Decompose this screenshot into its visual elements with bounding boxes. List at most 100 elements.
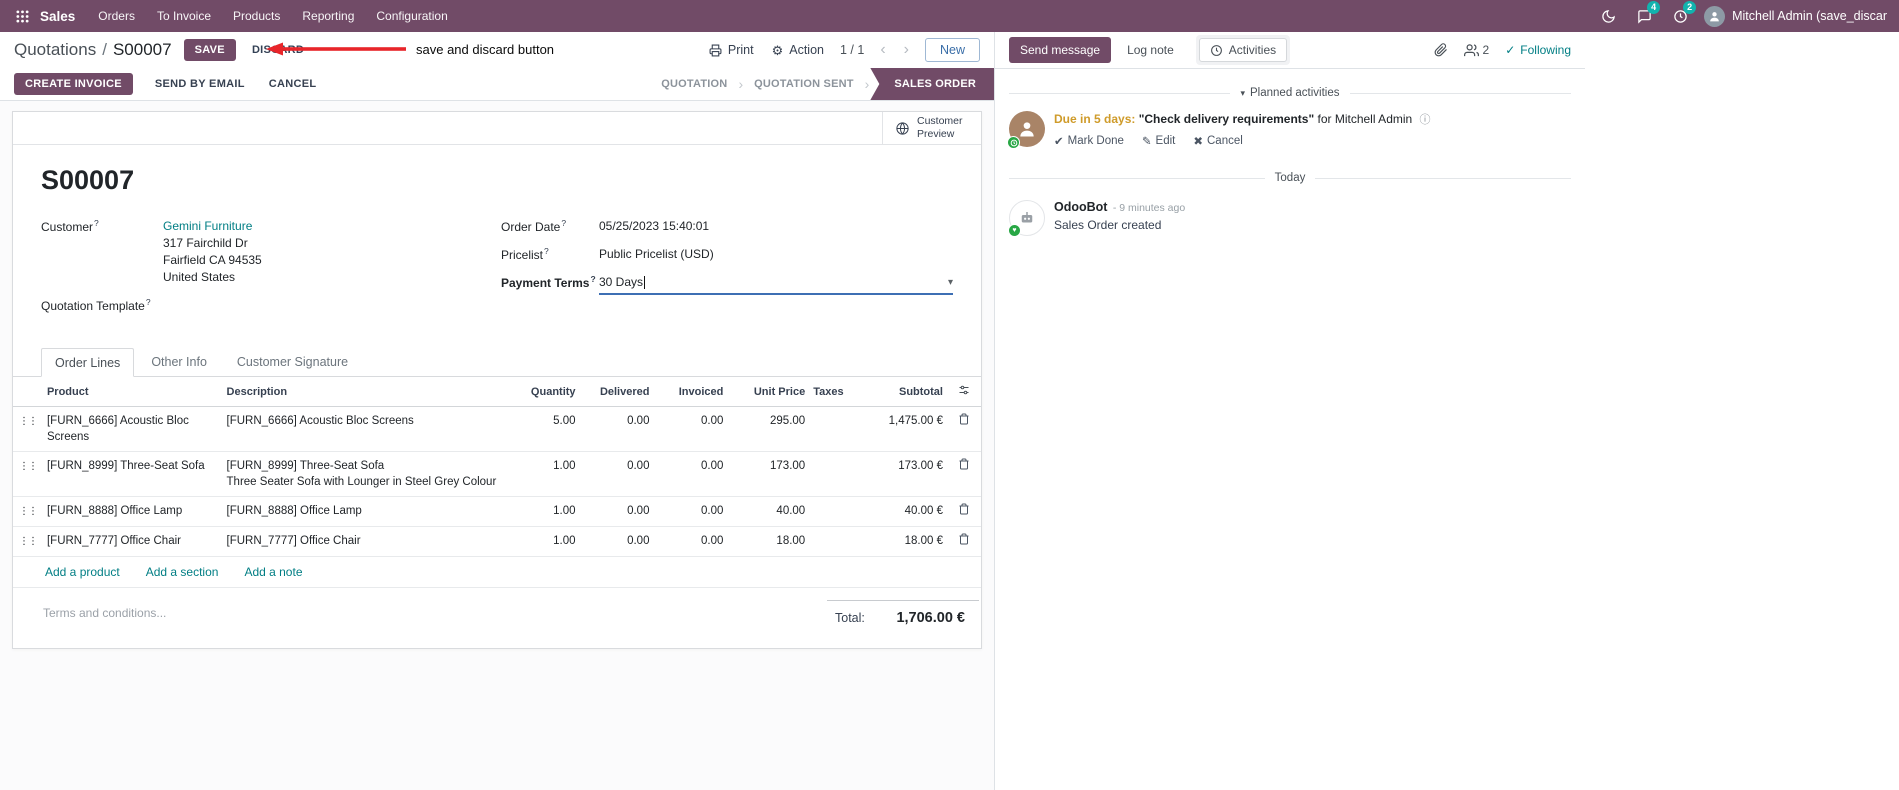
new-button[interactable]: New xyxy=(924,38,980,62)
delete-line-icon[interactable] xyxy=(958,458,970,470)
tab-order-lines[interactable]: Order Lines xyxy=(41,348,135,377)
breadcrumb-current: S00007 xyxy=(112,40,172,59)
send-message-button[interactable]: Send message xyxy=(1009,37,1112,63)
pricelist-field[interactable]: Public Pricelist (USD) xyxy=(599,246,953,263)
edit-activity-button[interactable]: ✎ Edit xyxy=(1142,134,1175,148)
nav-item-orders[interactable]: Orders xyxy=(87,0,146,32)
activities-badge: 2 xyxy=(1683,1,1697,14)
top-navbar: Sales Orders To Invoice Products Reporti… xyxy=(0,0,1899,32)
create-invoice-button[interactable]: CREATE INVOICE xyxy=(14,73,133,95)
tab-customer-signature[interactable]: Customer Signature xyxy=(224,348,361,376)
nav-item-to-invoice[interactable]: To Invoice xyxy=(146,0,222,32)
chatter-panel: Send message Log note Activities 2 ✓ Fol… xyxy=(995,32,1585,790)
cell-description: [FURN_8999] Three-Seat Sofa Three Seater … xyxy=(222,451,508,497)
save-button[interactable]: SAVE xyxy=(183,39,236,61)
cell-delivered: 0.00 xyxy=(579,406,654,452)
cell-quantity: 1.00 xyxy=(507,526,580,557)
quotation-template-field[interactable] xyxy=(163,297,501,313)
cell-product: [FURN_8888] Office Lamp xyxy=(42,496,223,527)
state-quotation-sent[interactable]: QUOTATION SENT xyxy=(744,68,864,100)
dark-mode-icon[interactable] xyxy=(1592,0,1624,32)
address-line: Fairfield CA 94535 xyxy=(163,253,262,267)
form-statusbar: CREATE INVOICE SEND BY EMAIL CANCEL QUOT… xyxy=(0,68,994,101)
cell-unit-price: 40.00 xyxy=(727,496,810,527)
info-icon[interactable]: ⓘ xyxy=(1420,114,1431,126)
order-line-row[interactable]: ⋮⋮ [FURN_8888] Office Lamp [FURN_8888] O… xyxy=(13,496,981,527)
pager-previous-icon[interactable]: ‹ xyxy=(878,42,887,58)
order-line-row[interactable]: ⋮⋮ [FURN_8999] Three-Seat Sofa [FURN_899… xyxy=(13,451,981,497)
user-menu[interactable]: Mitchell Admin (save_discar xyxy=(1700,5,1891,27)
followers-icon[interactable]: 2 xyxy=(1463,43,1489,58)
state-quotation[interactable]: QUOTATION xyxy=(651,68,737,100)
following-button[interactable]: ✓ Following xyxy=(1505,43,1571,57)
optional-columns-icon[interactable] xyxy=(958,384,970,396)
drag-handle-icon[interactable]: ⋮⋮ xyxy=(19,461,38,472)
messages-icon[interactable]: 4 xyxy=(1628,0,1661,32)
chatter-toolbar: Send message Log note Activities 2 ✓ Fol… xyxy=(995,32,1585,69)
payment-terms-label: Payment Terms? xyxy=(501,274,596,290)
apps-grid-icon[interactable] xyxy=(8,2,36,30)
delete-line-icon[interactable] xyxy=(958,413,970,425)
address-line: United States xyxy=(163,270,236,284)
activities-button[interactable]: Activities xyxy=(1198,38,1288,62)
check-icon: ✓ xyxy=(1505,43,1516,57)
cell-description: [FURN_7777] Office Chair xyxy=(222,526,508,557)
add-a-section-link[interactable]: Add a section xyxy=(146,565,219,579)
drag-handle-icon[interactable]: ⋮⋮ xyxy=(19,536,38,547)
drag-handle-icon[interactable]: ⋮⋮ xyxy=(19,506,38,517)
order-line-row[interactable]: ⋮⋮ [FURN_7777] Office Chair [FURN_7777] … xyxy=(13,526,981,557)
terms-placeholder[interactable]: Terms and conditions... xyxy=(43,606,166,620)
cell-taxes xyxy=(809,496,868,527)
cell-subtotal: 1,475.00 € xyxy=(867,406,947,452)
drag-handle-icon[interactable]: ⋮⋮ xyxy=(19,416,38,427)
nav-item-configuration[interactable]: Configuration xyxy=(365,0,458,32)
app-brand[interactable]: Sales xyxy=(40,9,75,24)
dropdown-caret-icon[interactable]: ▾ xyxy=(948,274,953,291)
nav-item-reporting[interactable]: Reporting xyxy=(291,0,365,32)
quotation-template-field-row: Quotation Template? xyxy=(41,297,501,313)
date-divider: Today xyxy=(1009,172,1571,184)
help-marker: ? xyxy=(590,274,596,284)
delete-line-icon[interactable] xyxy=(958,503,970,515)
pager-next-icon[interactable]: › xyxy=(902,42,911,58)
log-note-button[interactable]: Log note xyxy=(1123,37,1178,63)
breadcrumb-separator: / xyxy=(102,40,107,59)
cell-unit-price: 173.00 xyxy=(727,451,810,497)
add-a-product-link[interactable]: Add a product xyxy=(45,565,120,579)
activities-clock-icon[interactable]: 2 xyxy=(1664,0,1697,32)
print-button[interactable]: Print xyxy=(707,41,756,59)
heart-badge: ♥ xyxy=(1008,224,1021,237)
cell-delivered: 0.00 xyxy=(579,526,654,557)
odoobot-avatar: ♥ xyxy=(1008,200,1045,237)
order-lines-table: Product Description Quantity Delivered I… xyxy=(13,377,981,557)
cell-delivered: 0.00 xyxy=(579,496,654,527)
order-date-field[interactable]: 05/25/2023 15:40:01 xyxy=(599,218,953,235)
breadcrumb-quotations[interactable]: Quotations xyxy=(14,40,96,60)
action-button[interactable]: ⚙ Action xyxy=(770,41,826,59)
customer-link[interactable]: Gemini Furniture xyxy=(163,219,252,233)
add-a-note-link[interactable]: Add a note xyxy=(244,565,302,579)
send-by-email-button[interactable]: SEND BY EMAIL xyxy=(147,73,253,95)
nav-item-products[interactable]: Products xyxy=(222,0,291,32)
message-author[interactable]: OdooBot xyxy=(1054,200,1107,214)
cell-invoiced: 0.00 xyxy=(653,496,728,527)
planned-activities-toggle[interactable]: ▾ Planned activities xyxy=(1240,87,1339,99)
globe-icon xyxy=(896,121,909,135)
attachments-icon[interactable] xyxy=(1434,43,1448,57)
control-panel: Quotations / S00007 SAVE DISCARD Print ⚙… xyxy=(0,32,994,68)
tab-other-info[interactable]: Other Info xyxy=(138,348,220,376)
chatter-message: ♥ OdooBot - 9 minutes ago Sales Order cr… xyxy=(1008,200,1571,237)
cancel-order-button[interactable]: CANCEL xyxy=(261,73,325,95)
customer-preview-button[interactable]: Customer Preview xyxy=(882,112,981,144)
date-divider-label: Today xyxy=(1274,172,1306,184)
state-sales-order[interactable]: SALES ORDER xyxy=(870,68,994,100)
text-cursor xyxy=(644,276,646,289)
delete-line-icon[interactable] xyxy=(958,533,970,545)
activity-assignee: for Mitchell Admin xyxy=(1317,112,1413,126)
mark-done-button[interactable]: ✔ Mark Done xyxy=(1054,134,1124,148)
order-line-row[interactable]: ⋮⋮ [FURN_6666] Acoustic Bloc Screens [FU… xyxy=(13,406,981,452)
payment-terms-input[interactable]: 30 Days ▾ xyxy=(599,274,953,295)
discard-button[interactable]: DISCARD xyxy=(248,39,308,61)
cell-description: [FURN_8888] Office Lamp xyxy=(222,496,508,527)
cancel-activity-button[interactable]: ✖ Cancel xyxy=(1193,134,1242,148)
